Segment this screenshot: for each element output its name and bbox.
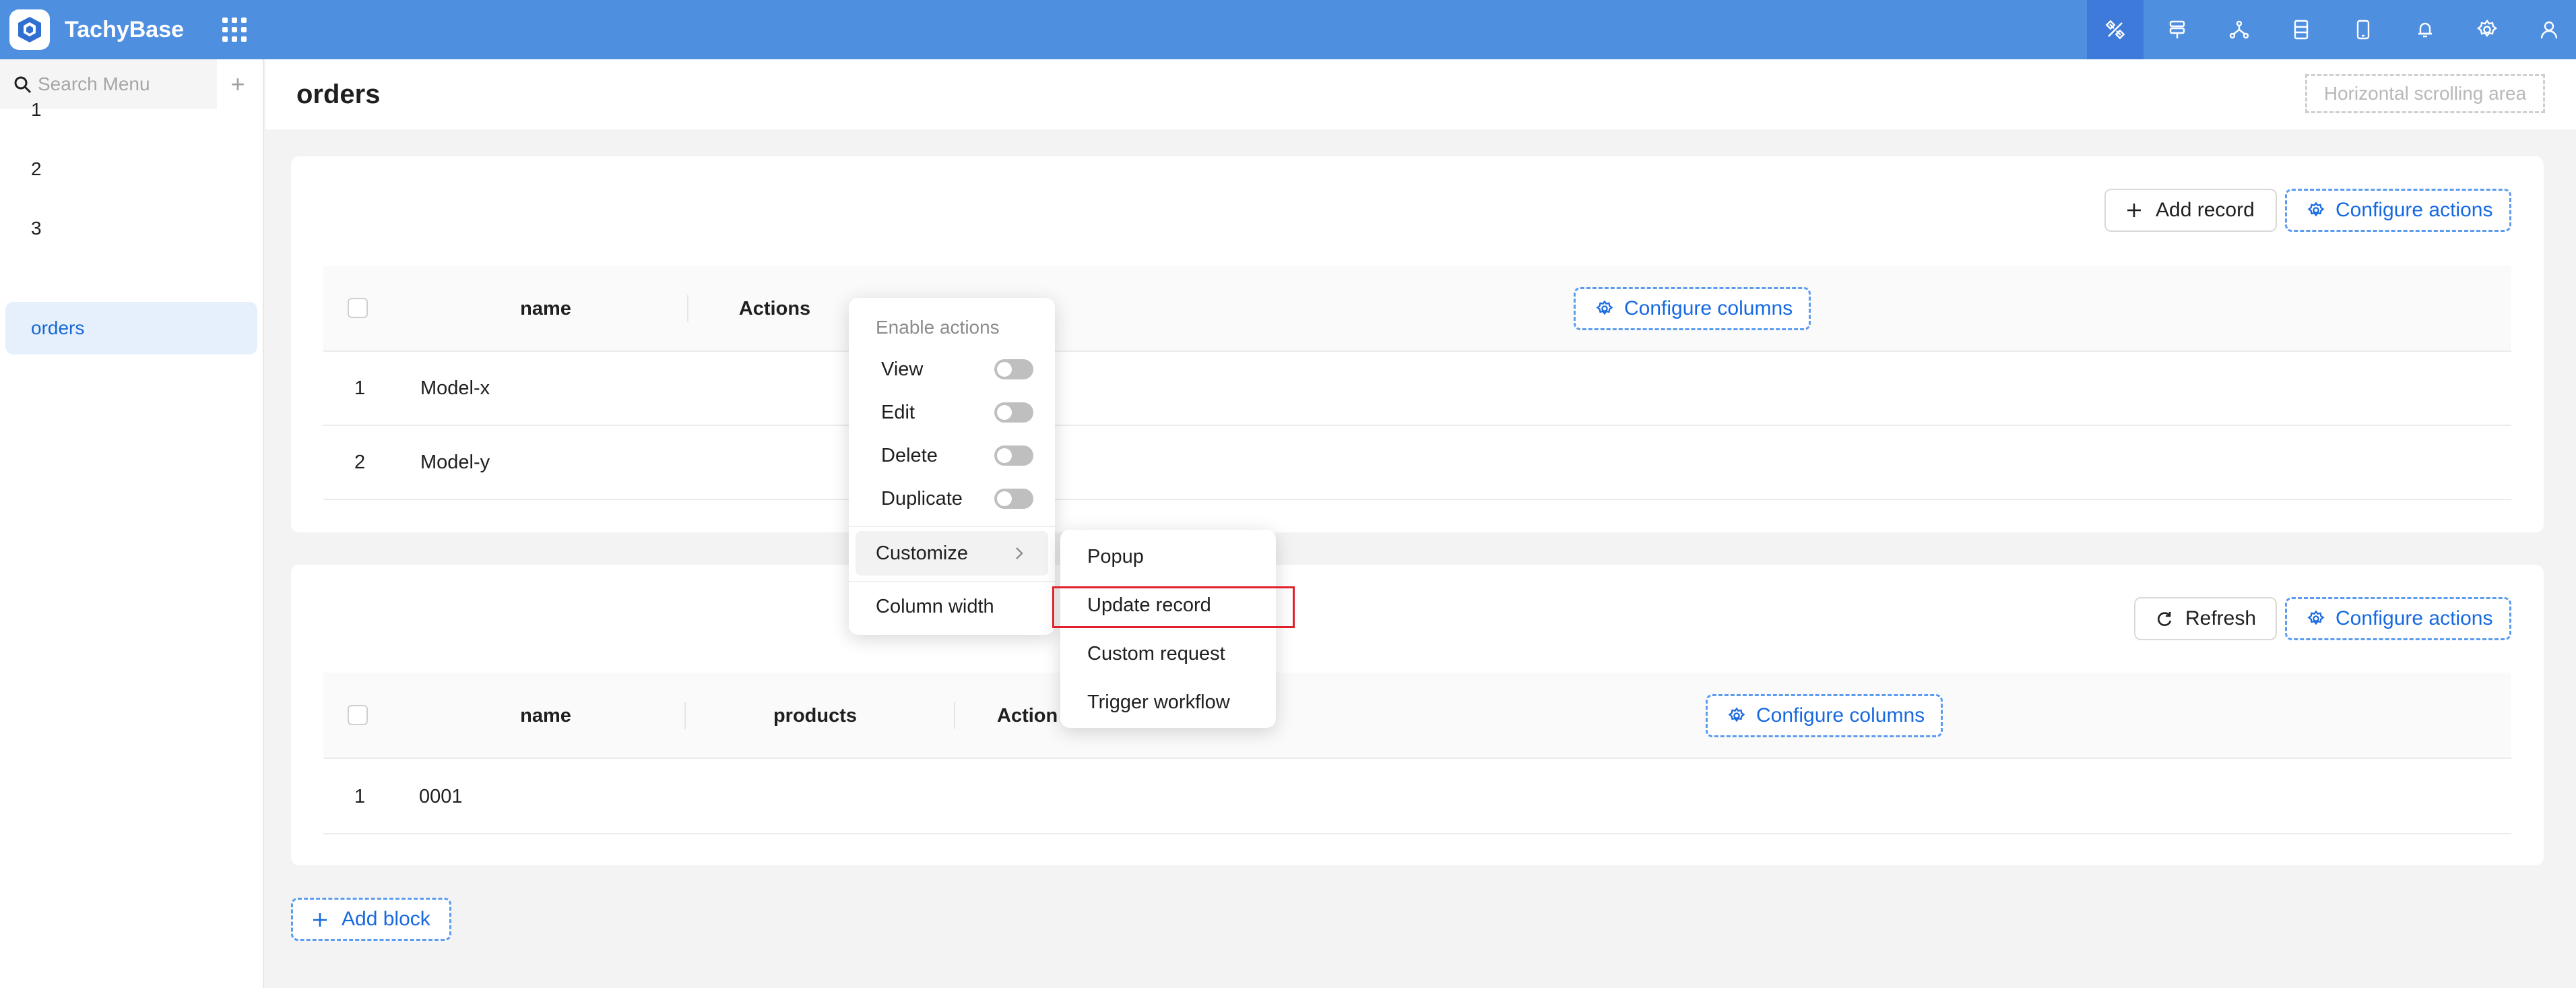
gear-icon: [1728, 707, 1745, 722]
route-icon[interactable]: [2149, 0, 2205, 59]
row-index: 2: [354, 452, 366, 473]
menu-divider: [849, 581, 1055, 582]
actions-dropdown-menu: Enable actions View Edit Delete Duplicat…: [849, 298, 1055, 635]
highlight-box: [1052, 586, 1295, 628]
sidebar-item-3[interactable]: 3: [0, 202, 257, 255]
menu-item-label: Customize: [876, 543, 968, 564]
mobile-icon[interactable]: [2335, 0, 2391, 59]
app-logo[interactable]: [9, 9, 50, 50]
configure-actions-label: Configure actions: [2336, 607, 2493, 629]
top-header: TachyBase: [0, 0, 2576, 59]
plus-icon: [2127, 204, 2141, 217]
column-header-name[interactable]: name: [472, 696, 620, 736]
chevron-right-icon: [1016, 547, 1023, 559]
customize-submenu: Popup Update record Custom request Trigg…: [1060, 530, 1276, 728]
configure-actions-button[interactable]: Configure actions: [2285, 597, 2511, 640]
configure-actions-button[interactable]: Configure actions: [2285, 189, 2511, 232]
row-index: 1: [354, 377, 366, 399]
logo-icon: [18, 17, 41, 42]
workflow-icon[interactable]: [2211, 0, 2267, 59]
plus-icon: [313, 913, 327, 927]
menu-item-label: Duplicate: [881, 488, 963, 510]
gear-icon: [2307, 610, 2325, 625]
configure-actions-label: Configure actions: [2336, 199, 2493, 221]
column-header-actions[interactable]: Actions: [701, 288, 849, 329]
configure-columns-label: Configure columns: [1624, 297, 1793, 319]
column-divider: [687, 295, 688, 322]
products-table-block: Refresh Configure actions name products …: [291, 565, 2544, 865]
menu-item-column-width[interactable]: Column width: [856, 586, 1048, 627]
column-divider: [684, 702, 686, 729]
menu-item-label: Edit: [881, 402, 915, 423]
cell-name[interactable]: Model-x: [420, 368, 490, 408]
app-title: TachyBase: [65, 17, 185, 42]
view-toggle[interactable]: [994, 359, 1033, 379]
menu-item-duplicate[interactable]: Duplicate: [856, 478, 1048, 519]
configure-columns-button[interactable]: Configure columns: [1574, 287, 1811, 330]
ui-editor-icon[interactable]: [2087, 0, 2144, 59]
page-header: orders Horizontal scrolling area: [265, 59, 2576, 129]
add-block-label: Add block: [342, 908, 430, 930]
page-title: orders: [296, 80, 381, 109]
menu-item-delete[interactable]: Delete: [856, 435, 1048, 476]
refresh-label: Refresh: [2185, 607, 2257, 629]
column-header-products[interactable]: products: [741, 696, 889, 736]
add-block-button[interactable]: Add block: [291, 898, 451, 941]
horizontal-scrolling-area[interactable]: Horizontal scrolling area: [2305, 74, 2545, 113]
user-icon[interactable]: [2521, 0, 2576, 59]
menu-item-view[interactable]: View: [856, 349, 1048, 390]
add-record-button[interactable]: Add record: [2104, 189, 2277, 232]
delete-toggle[interactable]: [994, 445, 1033, 466]
edit-toggle[interactable]: [994, 402, 1033, 423]
orders-table-block: Add record Configure actions name Action…: [291, 156, 2544, 532]
menu-item-label: View: [881, 359, 924, 380]
refresh-icon: [2158, 612, 2172, 626]
submenu-item-trigger-workflow[interactable]: Trigger workflow: [1087, 678, 1230, 727]
cell-name[interactable]: Model-y: [420, 442, 490, 483]
apps-grid-icon[interactable]: [221, 16, 248, 43]
collection-icon[interactable]: [2273, 0, 2329, 59]
submenu-item-popup[interactable]: Popup: [1087, 532, 1144, 581]
row-divider: [323, 833, 2511, 834]
sidebar-item-2[interactable]: 2: [0, 143, 257, 195]
duplicate-toggle[interactable]: [994, 489, 1033, 509]
row-index: 1: [354, 786, 366, 807]
select-all-checkbox[interactable]: [348, 298, 368, 318]
gear-icon: [1596, 300, 1613, 315]
refresh-button[interactable]: Refresh: [2134, 597, 2277, 640]
configure-columns-label: Configure columns: [1756, 704, 1925, 727]
add-record-label: Add record: [2156, 199, 2255, 221]
gear-icon: [2307, 202, 2325, 217]
column-divider: [954, 702, 955, 729]
table-header: name products Action Configure columns: [323, 673, 2511, 759]
select-all-checkbox[interactable]: [348, 705, 368, 725]
sidebar-item-1[interactable]: 1: [0, 84, 257, 136]
menu-divider: [849, 526, 1055, 527]
cell-name[interactable]: 0001: [419, 776, 463, 817]
menu-item-edit[interactable]: Edit: [856, 392, 1048, 433]
menu-item-customize[interactable]: Customize: [856, 531, 1048, 576]
sidebar-item-orders[interactable]: orders: [5, 302, 257, 354]
gear-icon[interactable]: [2459, 0, 2515, 59]
submenu-item-custom-request[interactable]: Custom request: [1087, 629, 1225, 678]
enable-actions-heading: Enable actions: [876, 317, 1000, 338]
sidebar: + 1 2 3 orders: [0, 59, 264, 988]
menu-item-label: Delete: [881, 445, 938, 466]
table-header: name Actions Configure columns: [323, 266, 2511, 352]
configure-columns-button[interactable]: Configure columns: [1706, 694, 1943, 737]
column-header-name[interactable]: name: [472, 288, 620, 329]
bell-icon[interactable]: [2397, 0, 2453, 59]
row-divider: [323, 499, 2511, 500]
row-divider: [323, 425, 2511, 426]
